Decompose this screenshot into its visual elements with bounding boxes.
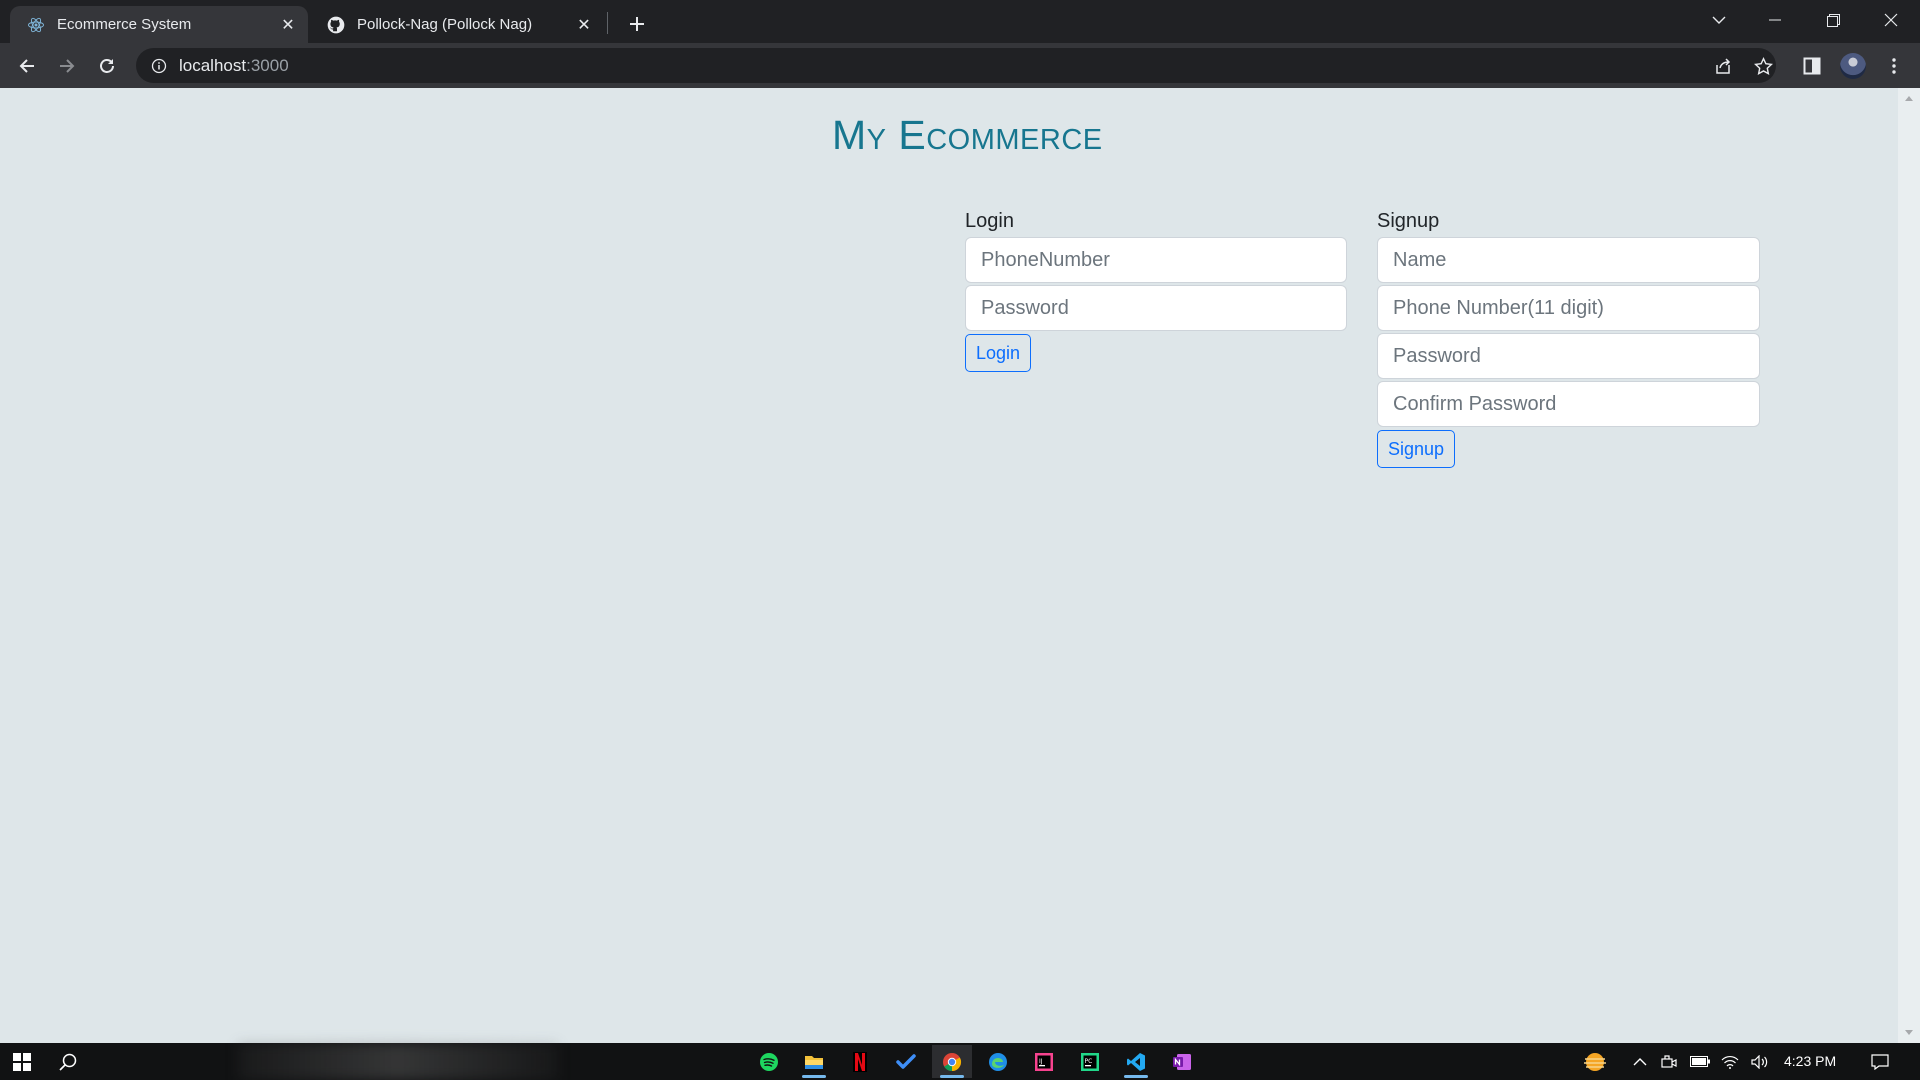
login-heading: Login — [965, 210, 1014, 232]
reload-button[interactable] — [90, 49, 124, 83]
battery-icon[interactable] — [1686, 1043, 1714, 1080]
login-password-input[interactable] — [965, 285, 1347, 331]
tab-github-profile[interactable]: Pollock-Nag (Pollock Nag) ✕ — [310, 6, 604, 43]
file-explorer-icon[interactable] — [794, 1045, 834, 1078]
svg-text:PC: PC — [1085, 1058, 1093, 1065]
back-button[interactable] — [10, 49, 44, 83]
search-icon[interactable] — [48, 1045, 88, 1078]
blurred-taskbar-region — [238, 1043, 558, 1080]
weather-icon[interactable] — [1578, 1043, 1612, 1080]
chrome-icon[interactable] — [932, 1045, 972, 1078]
onenote-icon[interactable] — [1162, 1045, 1202, 1078]
chrome-menu-icon[interactable] — [1877, 49, 1911, 83]
browser-toolbar: localhost:3000 — [0, 43, 1920, 88]
meet-now-icon[interactable] — [1656, 1043, 1682, 1080]
address-bar[interactable]: localhost:3000 — [136, 48, 1776, 83]
signup-name-input[interactable] — [1377, 237, 1760, 283]
spotify-icon[interactable] — [749, 1045, 789, 1078]
todo-icon[interactable] — [886, 1045, 926, 1078]
login-button[interactable]: Login — [965, 334, 1032, 372]
close-tab-icon[interactable]: ✕ — [572, 13, 596, 37]
new-tab-button[interactable] — [622, 9, 652, 39]
signup-form: Signup Signup — [1377, 205, 1760, 468]
pycharm-icon[interactable]: PC — [1070, 1045, 1110, 1078]
site-brand-title[interactable]: My Ecommerce — [832, 112, 1103, 159]
forward-button[interactable] — [50, 49, 84, 83]
minimize-button[interactable] — [1752, 0, 1798, 40]
edge-icon[interactable] — [978, 1045, 1018, 1078]
taskbar-clock[interactable]: 4:23 PM — [1784, 1043, 1836, 1080]
site-info-icon[interactable] — [149, 56, 169, 76]
signup-confirm-password-input[interactable] — [1377, 381, 1760, 427]
login-form: Login Login — [965, 205, 1347, 372]
browser-tab-strip: Ecommerce System ✕ Pollock-Nag (Pollock … — [0, 0, 1920, 43]
tab-divider — [607, 12, 608, 34]
react-icon — [26, 15, 46, 35]
page-scrollbar[interactable] — [1898, 88, 1920, 1043]
restore-button[interactable] — [1810, 0, 1856, 40]
svg-text:IJ: IJ — [1039, 1058, 1043, 1065]
profile-avatar[interactable] — [1840, 53, 1866, 79]
side-panel-icon[interactable] — [1795, 49, 1829, 83]
windows-start-icon[interactable] — [2, 1045, 42, 1078]
wifi-icon[interactable] — [1716, 1043, 1744, 1080]
tab-title: Ecommerce System — [57, 16, 192, 33]
signup-password-input[interactable] — [1377, 333, 1760, 379]
tab-title: Pollock-Nag (Pollock Nag) — [357, 16, 533, 33]
scroll-down-arrow-icon[interactable] — [1905, 1030, 1913, 1035]
close-window-button[interactable] — [1868, 0, 1914, 40]
signup-phone-input[interactable] — [1377, 285, 1760, 331]
show-hidden-icons-icon[interactable] — [1626, 1043, 1654, 1080]
share-icon[interactable] — [1706, 49, 1740, 83]
bookmark-star-icon[interactable] — [1746, 49, 1780, 83]
vscode-icon[interactable] — [1116, 1045, 1156, 1078]
notification-center-icon[interactable] — [1862, 1043, 1898, 1080]
jetbrains-icon[interactable]: IJ — [1024, 1045, 1064, 1078]
tab-ecommerce-system[interactable]: Ecommerce System ✕ — [10, 6, 308, 43]
scroll-up-arrow-icon[interactable] — [1905, 96, 1913, 101]
github-icon — [326, 15, 346, 35]
login-phone-input[interactable] — [965, 237, 1347, 283]
signup-heading: Signup — [1377, 210, 1440, 232]
netflix-icon[interactable] — [840, 1045, 880, 1078]
signup-button[interactable]: Signup — [1377, 430, 1456, 468]
volume-icon[interactable] — [1746, 1043, 1774, 1080]
url-text: localhost:3000 — [179, 55, 289, 75]
tab-search-button[interactable] — [1696, 0, 1742, 40]
close-tab-icon[interactable]: ✕ — [276, 13, 300, 37]
